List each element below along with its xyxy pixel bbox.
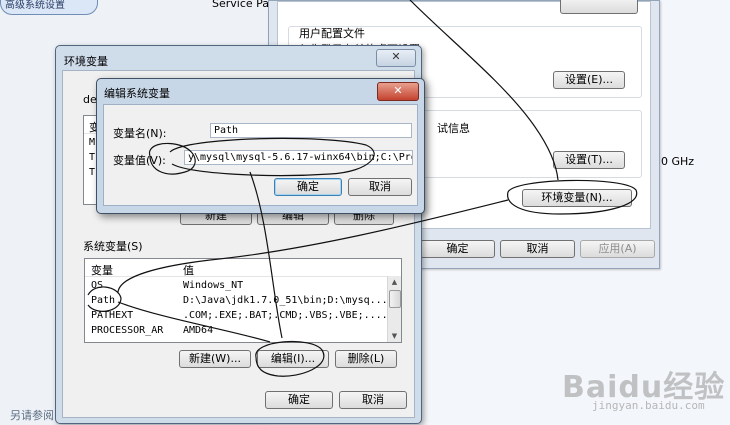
table-row[interactable]: PATHEXT .COM;.EXE;.BAT;.CMD;.VBS;.VBE;..… <box>85 309 387 323</box>
performance-settings-button[interactable] <box>560 0 638 14</box>
system-header-variable: 变量 <box>91 264 113 277</box>
scroll-thumb[interactable] <box>389 290 401 308</box>
table-row[interactable]: PROCESSOR_AR AMD64 <box>85 324 387 338</box>
env-dialog-title: 环境变量 <box>64 55 108 68</box>
scroll-down-icon[interactable]: ▼ <box>388 330 401 342</box>
edit-system-variable-dialog: 编辑系统变量 ✕ 变量名(N): Path 变量值(V): y\mysql\my… <box>96 78 425 214</box>
system-edit-button[interactable]: 编辑(I)... <box>257 350 329 368</box>
user-profiles-settings-button[interactable]: 设置(E)... <box>553 71 625 89</box>
edit-dialog-title: 编辑系统变量 <box>104 87 170 100</box>
edit-dialog-body: 变量名(N): Path 变量值(V): y\mysql\mysql-5.6.1… <box>103 104 418 206</box>
scroll-up-icon[interactable]: ▲ <box>388 276 401 288</box>
sysprops-apply-button[interactable]: 应用(A) <box>580 240 655 258</box>
system-new-button[interactable]: 新建(W)... <box>179 350 251 368</box>
table-row[interactable]: Path D:\Java\jdk1.7.0_51\bin;D:\mysq... <box>85 294 387 308</box>
advanced-settings-link[interactable]: 高级系统设置 <box>0 0 98 15</box>
environment-variables-button[interactable]: 环境变量(N)... <box>522 189 632 207</box>
see-also-text: 另请参阅 <box>10 409 54 422</box>
system-list-scrollbar[interactable]: ▲ ▼ <box>387 276 401 342</box>
env-ok-button[interactable]: 确定 <box>265 391 333 409</box>
edit-close-button[interactable]: ✕ <box>377 82 419 101</box>
sysprops-cancel-button[interactable]: 取消 <box>500 240 575 258</box>
service-pack-text: Service Pa <box>212 0 270 10</box>
system-list-header: 变量 值 <box>85 259 401 277</box>
edit-ok-button[interactable]: 确定 <box>274 178 342 196</box>
variable-name-input[interactable]: Path <box>210 123 412 138</box>
variable-value-input[interactable]: y\mysql\mysql-5.6.17-winx64\bin;C:\Prog <box>184 150 413 165</box>
startup-recovery-settings-button[interactable]: 设置(T)... <box>553 151 625 169</box>
variable-value-label: 变量值(V): <box>113 154 166 167</box>
close-icon: ✕ <box>391 50 401 63</box>
system-variables-list[interactable]: 变量 值 OS Windows_NT Path D:\Java\jdk1.7.0… <box>84 258 402 343</box>
debug-info-text: 试信息 <box>437 122 470 135</box>
edit-cancel-button[interactable]: 取消 <box>348 178 412 196</box>
variable-name-label: 变量名(N): <box>113 127 167 140</box>
sysprops-ok-button[interactable]: 确定 <box>420 240 495 258</box>
system-variables-label: 系统变量(S) <box>83 240 143 253</box>
cpu-speed-text: 0 GHz <box>661 155 695 168</box>
table-row[interactable]: OS Windows_NT <box>85 279 387 293</box>
watermark-site-text: jingyan.baidu.com <box>592 399 705 412</box>
env-cancel-button[interactable]: 取消 <box>339 391 407 409</box>
env-close-button[interactable]: ✕ <box>376 49 416 67</box>
close-icon: ✕ <box>393 84 403 97</box>
system-delete-button[interactable]: 删除(L) <box>335 350 397 368</box>
system-header-value: 值 <box>183 264 194 277</box>
user-profiles-title: 用户配置文件 <box>299 27 365 40</box>
